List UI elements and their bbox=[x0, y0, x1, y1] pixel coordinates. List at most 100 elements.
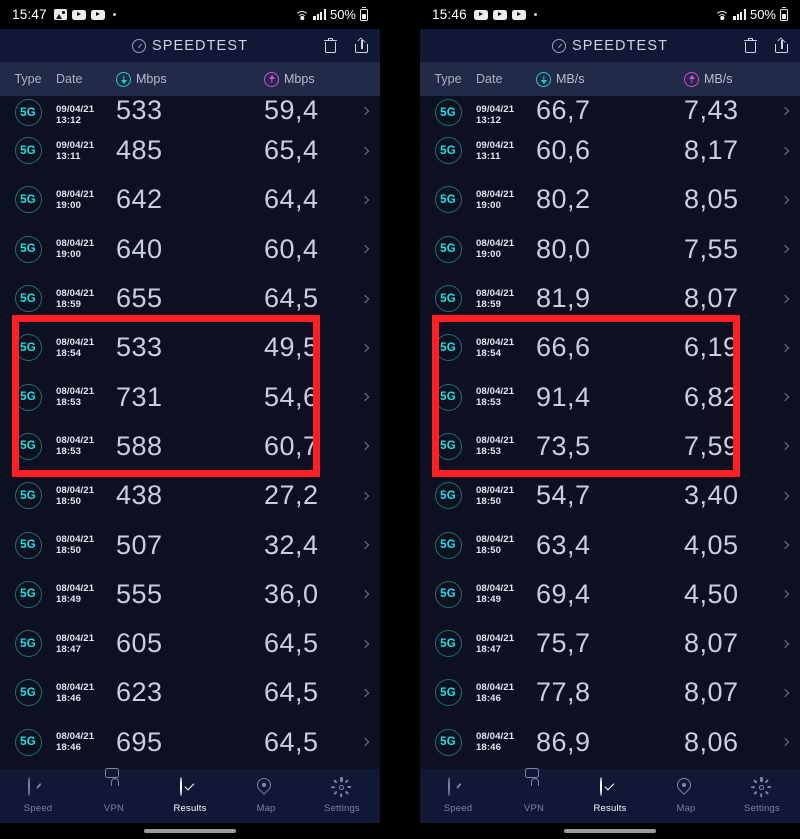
result-date: 09/04/21 bbox=[56, 103, 95, 115]
result-date: 08/04/21 bbox=[56, 287, 95, 299]
table-row[interactable]: 5G 08/04/21 18:50 63,4 4,05 bbox=[420, 520, 800, 569]
table-row[interactable]: 5G 08/04/21 19:00 80,0 7,55 bbox=[420, 225, 800, 274]
network-type-badge: 5G bbox=[14, 285, 42, 313]
table-row[interactable]: 5G 09/04/21 13:12 66,7 7,43 bbox=[420, 96, 800, 126]
youtube-icon bbox=[90, 9, 105, 20]
result-date: 08/04/21 bbox=[476, 435, 515, 447]
table-row[interactable]: 5G 08/04/21 18:46 86,9 8,06 bbox=[420, 718, 800, 767]
table-row[interactable]: 5G 08/04/21 18:50 54,7 3,40 bbox=[420, 471, 800, 520]
table-row[interactable]: 5G 08/04/21 18:47 75,7 8,07 bbox=[420, 619, 800, 668]
table-row[interactable]: 5G 08/04/21 18:46 695 64,5 bbox=[0, 718, 380, 767]
network-type-badge: 5G bbox=[14, 235, 42, 263]
result-type-cell: 5G bbox=[0, 235, 56, 263]
upload-unit-label: Mbps bbox=[284, 72, 315, 86]
status-bar-system-icons: 50% bbox=[715, 7, 788, 22]
network-type-badge: 5G bbox=[434, 630, 462, 658]
result-date-cell: 08/04/21 18:59 bbox=[476, 288, 536, 310]
table-row[interactable]: 5G 09/04/21 13:11 485 65,4 bbox=[0, 126, 380, 175]
table-row[interactable]: 5G 08/04/21 18:46 623 64,5 bbox=[0, 668, 380, 717]
result-time: 18:59 bbox=[476, 298, 502, 310]
table-row[interactable]: 5G 08/04/21 18:50 438 27,2 bbox=[0, 471, 380, 520]
table-row[interactable]: 5G 08/04/21 18:54 533 49,5 bbox=[0, 323, 380, 372]
table-row[interactable]: 5G 08/04/21 18:50 507 32,4 bbox=[0, 520, 380, 569]
table-row[interactable]: 5G 08/04/21 18:49 555 36,0 bbox=[0, 570, 380, 619]
table-row[interactable]: 5G 08/04/21 18:53 731 54,6 bbox=[0, 372, 380, 421]
arrow-head bbox=[120, 79, 127, 84]
app-title: SPEEDTEST bbox=[571, 37, 669, 54]
table-row[interactable]: 5G 08/04/21 18:47 605 64,5 bbox=[0, 619, 380, 668]
gear-tooth bbox=[344, 790, 350, 796]
table-row[interactable]: 5G 08/04/21 18:53 91,4 6,82 bbox=[420, 372, 800, 421]
share-icon[interactable] bbox=[355, 37, 368, 53]
table-row[interactable]: 5G 09/04/21 13:12 533 59,4 bbox=[0, 96, 380, 126]
result-download-value: 54,7 bbox=[536, 480, 591, 511]
result-type-cell: 5G bbox=[420, 630, 476, 658]
result-date: 09/04/21 bbox=[476, 139, 515, 151]
table-row[interactable]: 5G 08/04/21 18:54 66,6 6,19 bbox=[420, 323, 800, 372]
pin-dot bbox=[682, 783, 686, 787]
network-type-badge: 5G bbox=[434, 580, 462, 608]
trash-icon[interactable] bbox=[744, 38, 757, 53]
network-type-badge: 5G bbox=[14, 334, 42, 362]
result-date-cell: 08/04/21 18:54 bbox=[476, 337, 536, 359]
gear-icon bbox=[751, 777, 772, 798]
result-date: 08/04/21 bbox=[56, 435, 95, 447]
trash-icon[interactable] bbox=[324, 38, 337, 53]
phone-panel-left: 15:47 50% SPEEDTEST Type Date Mbps Mbps 5G 09/04… bbox=[0, 0, 380, 839]
result-type-cell: 5G bbox=[420, 334, 476, 362]
dot-icon bbox=[112, 13, 116, 16]
table-row[interactable]: 5G 08/04/21 18:53 73,5 7,59 bbox=[420, 422, 800, 471]
result-time: 18:50 bbox=[476, 495, 502, 507]
nav-item-speed[interactable]: Speed bbox=[0, 777, 76, 814]
table-row[interactable]: 5G 08/04/21 18:46 77,8 8,07 bbox=[420, 668, 800, 717]
map-pin-icon bbox=[254, 775, 276, 798]
wifi-icon bbox=[295, 9, 310, 20]
result-download-value: 438 bbox=[116, 480, 163, 511]
table-row[interactable]: 5G 08/04/21 18:59 655 64,5 bbox=[0, 274, 380, 323]
result-date-cell: 08/04/21 19:00 bbox=[476, 189, 536, 211]
bottom-navigation: Speed VPN Results Map Settings bbox=[0, 768, 380, 823]
gear-icon bbox=[331, 777, 352, 798]
nav-item-speed[interactable]: Speed bbox=[420, 777, 496, 814]
result-download-value: 695 bbox=[116, 726, 163, 757]
share-icon[interactable] bbox=[775, 37, 788, 53]
nav-item-vpn[interactable]: VPN bbox=[76, 768, 152, 814]
nav-item-vpn[interactable]: VPN bbox=[496, 768, 572, 814]
gear-tooth bbox=[751, 786, 756, 789]
arrow-head bbox=[688, 74, 695, 79]
table-row[interactable]: 5G 08/04/21 19:00 640 60,4 bbox=[0, 225, 380, 274]
nav-item-results[interactable]: Results bbox=[152, 777, 228, 814]
table-row[interactable]: 5G 08/04/21 18:53 588 60,7 bbox=[0, 422, 380, 471]
nav-label: Map bbox=[676, 803, 696, 814]
nav-item-settings[interactable]: Settings bbox=[724, 777, 800, 814]
nav-label: VPN bbox=[523, 803, 545, 814]
table-row[interactable]: 5G 08/04/21 19:00 80,2 8,05 bbox=[420, 175, 800, 224]
home-indicator[interactable] bbox=[564, 829, 656, 833]
nav-item-results[interactable]: Results bbox=[572, 777, 648, 814]
result-type-cell: 5G bbox=[0, 580, 56, 608]
youtube-icon bbox=[473, 9, 488, 20]
phone-panel-right: 15:46 50% SPEEDTEST Type Date MB/s MB/s 5G 09/04… bbox=[420, 0, 800, 839]
table-row[interactable]: 5G 08/04/21 18:59 81,9 8,07 bbox=[420, 274, 800, 323]
gear-tooth bbox=[760, 777, 763, 782]
nav-item-map[interactable]: Map bbox=[648, 775, 724, 814]
home-indicator[interactable] bbox=[144, 829, 236, 833]
gauge-shape bbox=[28, 777, 30, 796]
nav-item-map[interactable]: Map bbox=[228, 775, 304, 814]
battery-icon bbox=[360, 8, 368, 21]
result-download-value: 86,9 bbox=[536, 726, 591, 757]
result-type-cell: 5G bbox=[420, 432, 476, 460]
nav-item-settings[interactable]: Settings bbox=[304, 777, 380, 814]
speedometer-icon bbox=[448, 777, 468, 798]
result-download-value: 77,8 bbox=[536, 677, 591, 708]
table-row[interactable]: 5G 08/04/21 18:49 69,4 4,50 bbox=[420, 570, 800, 619]
trash-handle bbox=[328, 38, 333, 40]
result-date: 08/04/21 bbox=[476, 484, 515, 496]
signal-bars-icon bbox=[313, 9, 326, 20]
table-row[interactable]: 5G 08/04/21 19:00 642 64,4 bbox=[0, 175, 380, 224]
result-type-cell: 5G bbox=[0, 137, 56, 165]
result-type-cell: 5G bbox=[420, 679, 476, 707]
result-date-cell: 08/04/21 18:49 bbox=[56, 583, 116, 605]
result-date-cell: 09/04/21 13:11 bbox=[476, 140, 536, 162]
table-row[interactable]: 5G 09/04/21 13:11 60,6 8,17 bbox=[420, 126, 800, 175]
